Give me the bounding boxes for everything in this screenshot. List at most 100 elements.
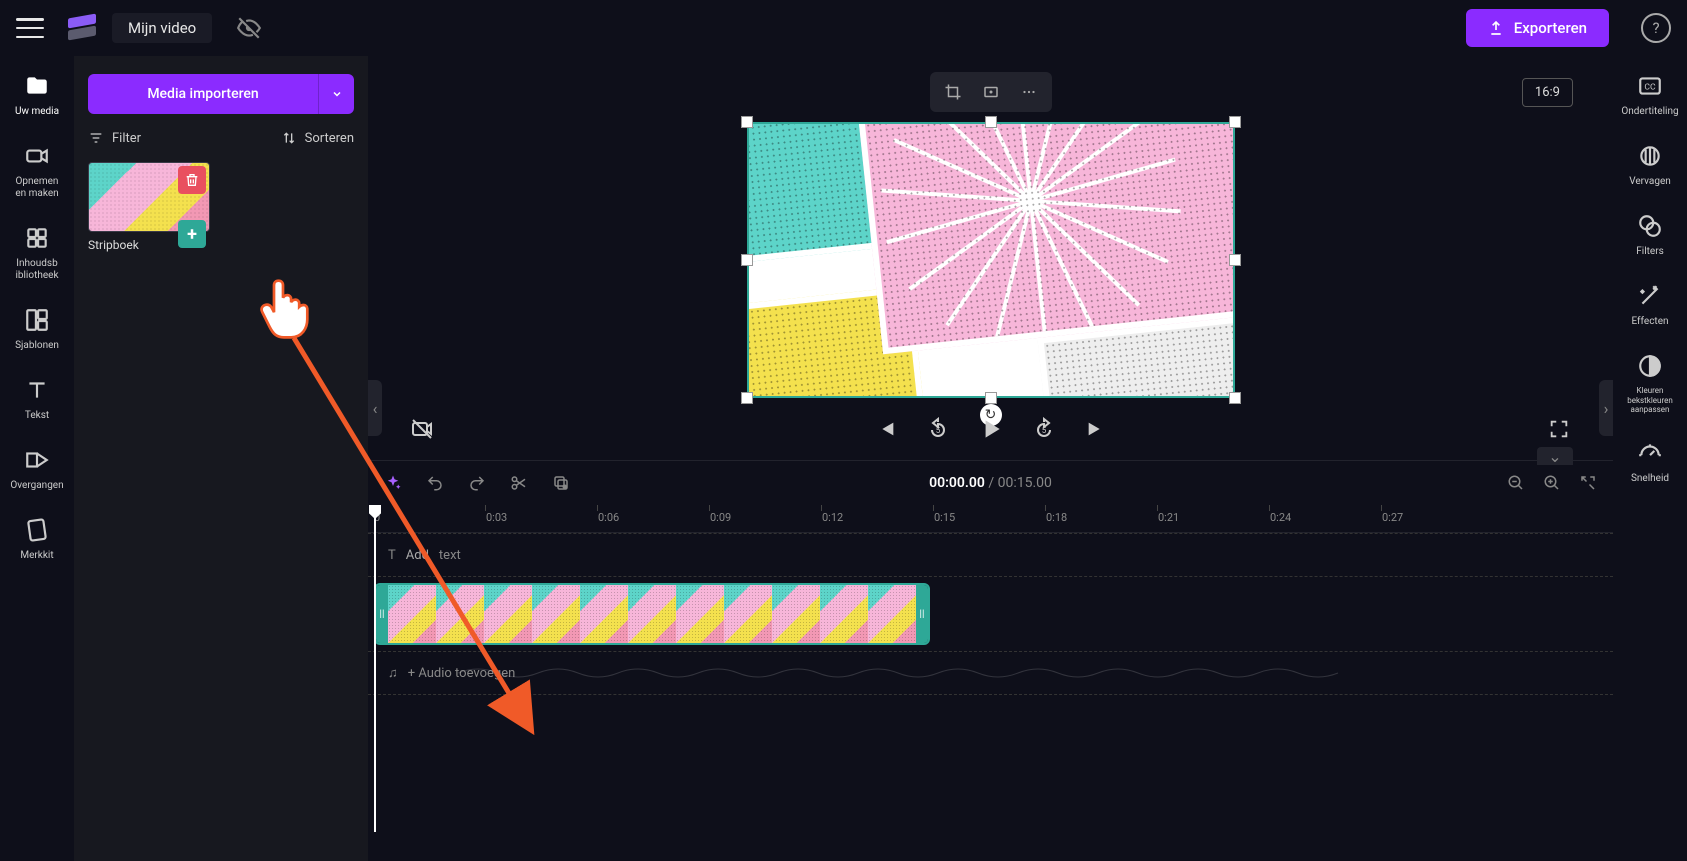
ruler-tick: 0:24 — [1270, 511, 1291, 524]
zoom-fit-button[interactable] — [1577, 472, 1599, 494]
aspect-ratio-button[interactable]: 16:9 — [1522, 78, 1573, 107]
right-rail-label-filters: Filters — [1636, 246, 1664, 258]
crop-button[interactable] — [934, 76, 972, 108]
import-media-button[interactable]: Media importeren — [88, 74, 318, 114]
duplicate-button[interactable] — [550, 472, 572, 494]
export-button[interactable]: Exporteren — [1466, 9, 1609, 47]
fullscreen-button[interactable] — [1545, 415, 1573, 443]
right-rail-captions[interactable]: CC Ondertiteling — [1621, 72, 1678, 118]
camera-icon — [23, 142, 51, 170]
right-rail-speed[interactable]: Snelheid — [1631, 439, 1669, 485]
visibility-off-icon[interactable] — [236, 15, 262, 41]
magic-tool-button[interactable] — [382, 472, 404, 494]
text-track-icon: T — [388, 548, 396, 563]
media-item[interactable]: + Stripboek — [88, 162, 210, 252]
help-button[interactable]: ? — [1641, 13, 1671, 43]
add-media-to-timeline-button[interactable]: + — [178, 220, 206, 248]
templates-icon — [23, 306, 51, 334]
right-rail-label-colors: Kleuren bekstkleuren aanpassen — [1613, 386, 1687, 415]
resize-handle-mr[interactable] — [1229, 254, 1241, 266]
ruler-tick: 0:03 — [486, 511, 507, 524]
sidebar-label-record: Opnemen en maken — [15, 176, 58, 200]
sidebar-label-brandkit: Merkkit — [20, 550, 53, 562]
svg-text:CC: CC — [1644, 82, 1656, 92]
delete-media-button[interactable] — [178, 166, 206, 194]
split-button[interactable] — [508, 472, 530, 494]
zoom-in-button[interactable] — [1541, 472, 1563, 494]
right-rail-label-blur: Vervagen — [1629, 176, 1671, 188]
sidebar-item-library[interactable]: Inhoudsb ibliotheek — [15, 224, 58, 282]
ruler-tick: 0:15 — [934, 511, 955, 524]
audio-track-placeholder[interactable]: ♫ + Audio toevoegen — [368, 651, 1613, 695]
resize-handle-tr[interactable] — [1229, 116, 1241, 128]
sidebar-label-media: Uw media — [15, 106, 59, 118]
play-button[interactable] — [976, 414, 1006, 444]
preview-canvas[interactable] — [747, 122, 1235, 398]
sidebar-label-transitions: Overgangen — [10, 480, 63, 492]
forward-5s-button[interactable]: 5 — [1030, 415, 1058, 443]
collapse-right-panel-button[interactable]: › — [1599, 380, 1613, 436]
timeline-ruler[interactable]: 0 0:03 0:06 0:09 0:12 0:15 0:18 0:21 0:2… — [368, 505, 1613, 533]
sidebar-item-templates[interactable]: Sjablonen — [15, 306, 59, 352]
right-rail-colors[interactable]: Kleuren bekstkleuren aanpassen — [1613, 352, 1687, 415]
filters-icon — [1636, 212, 1664, 240]
sidebar-label-library: Inhoudsb ibliotheek — [15, 258, 58, 282]
resize-handle-ml[interactable] — [741, 254, 753, 266]
more-options-button[interactable] — [1010, 76, 1048, 108]
brandkit-icon — [23, 516, 51, 544]
sort-label: Sorteren — [305, 131, 354, 146]
svg-text:5: 5 — [935, 426, 940, 435]
clip-trim-right[interactable]: || — [916, 585, 928, 643]
clip-trim-left[interactable]: || — [376, 585, 388, 643]
right-rail-label-speed: Snelheid — [1631, 473, 1669, 485]
project-title[interactable]: Mijn video — [112, 13, 212, 43]
speed-icon — [1636, 439, 1664, 467]
sidebar-item-text[interactable]: Tekst — [23, 376, 51, 422]
hide-controls-button[interactable] — [408, 415, 436, 443]
redo-button[interactable] — [466, 472, 488, 494]
resize-handle-tm[interactable] — [985, 116, 997, 128]
text-track-label: text — [439, 548, 461, 563]
ruler-tick: 0:06 — [598, 511, 619, 524]
import-media-dropdown[interactable] — [318, 74, 354, 114]
expand-timeline-button[interactable]: ⌄ — [1537, 447, 1573, 465]
contrast-icon — [1636, 352, 1664, 380]
collapse-left-panel-button[interactable]: ‹ — [368, 380, 382, 436]
right-rail-blur[interactable]: Vervagen — [1629, 142, 1671, 188]
timeline-timecode: 00:00.00 / 00:15.00 — [929, 475, 1052, 491]
resize-handle-tl[interactable] — [741, 116, 753, 128]
skip-back-button[interactable] — [872, 415, 900, 443]
text-icon — [23, 376, 51, 404]
ruler-tick: 0:18 — [1046, 511, 1067, 524]
sidebar-item-brandkit[interactable]: Merkkit — [20, 516, 53, 562]
sort-button[interactable]: Sorteren — [281, 130, 354, 146]
sidebar-label-text: Tekst — [25, 410, 49, 422]
right-rail-effects[interactable]: Effecten — [1631, 282, 1668, 328]
playhead[interactable] — [374, 505, 376, 832]
ruler-tick: 0:27 — [1382, 511, 1403, 524]
undo-button[interactable] — [424, 472, 446, 494]
cc-icon: CC — [1636, 72, 1664, 100]
sidebar-label-templates: Sjablonen — [15, 340, 59, 352]
menu-button[interactable] — [16, 18, 44, 38]
zoom-out-button[interactable] — [1505, 472, 1527, 494]
svg-text:5: 5 — [1041, 426, 1046, 435]
ruler-tick: 0:09 — [710, 511, 731, 524]
skip-forward-button[interactable] — [1082, 415, 1110, 443]
blur-icon — [1636, 142, 1664, 170]
export-label: Exporteren — [1514, 19, 1587, 37]
rewind-5s-button[interactable]: 5 — [924, 415, 952, 443]
video-clip[interactable]: || || — [374, 583, 930, 645]
music-icon: ♫ — [388, 665, 398, 681]
right-rail-filters[interactable]: Filters — [1636, 212, 1664, 258]
transitions-icon — [23, 446, 51, 474]
preview-toolbar — [930, 72, 1052, 112]
waveform-placeholder — [458, 663, 1358, 683]
text-track-placeholder[interactable]: T Add text — [368, 533, 1613, 577]
filter-label: Filter — [112, 131, 141, 146]
sidebar-item-record[interactable]: Opnemen en maken — [15, 142, 58, 200]
fit-button[interactable] — [972, 76, 1010, 108]
sidebar-item-media[interactable]: Uw media — [15, 72, 59, 118]
filter-button[interactable]: Filter — [88, 130, 141, 146]
sidebar-item-transitions[interactable]: Overgangen — [10, 446, 63, 492]
